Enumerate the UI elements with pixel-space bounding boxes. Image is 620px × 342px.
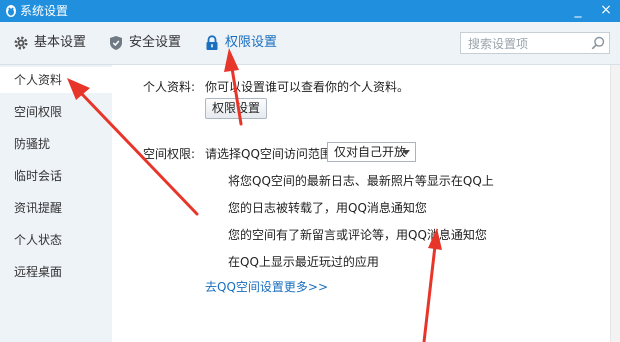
- space-access-prompt: 请选择QQ空间访问范围:: [205, 147, 336, 161]
- settings-toolbar: 基本设置 安全设置 权限设置: [0, 22, 620, 65]
- sidebar-item-news-reminder[interactable]: 资讯提醒: [0, 195, 112, 221]
- sidebar-item-space-permission[interactable]: 空间权限: [0, 99, 112, 125]
- search-box[interactable]: [460, 32, 610, 54]
- tab-label: 安全设置: [129, 35, 182, 50]
- tab-label: 权限设置: [225, 35, 278, 50]
- close-button[interactable]: ×: [594, 0, 618, 22]
- gear-icon: [14, 36, 28, 50]
- shield-icon: [110, 36, 122, 50]
- sidebar-item-personal-status[interactable]: 个人状态: [0, 227, 112, 253]
- notice-option: 在QQ上显示最近玩过的应用: [228, 255, 379, 269]
- title-bar: 系统设置 _ ×: [0, 0, 620, 22]
- notice-option: 将您QQ空间的最新日志、最新照片等显示在QQ上: [228, 174, 494, 188]
- settings-sidebar: 个人资料 空间权限 防骚扰 临时会话 资讯提醒 个人状态 远程桌面: [0, 65, 112, 342]
- sidebar-item-anti-harassment[interactable]: 防骚扰: [0, 131, 112, 157]
- lock-icon: [206, 35, 218, 50]
- tab-label: 基本设置: [34, 35, 87, 50]
- space-permission-label: 空间权限:: [143, 147, 196, 161]
- more-space-settings-link[interactable]: 去QQ空间设置更多>>: [205, 278, 328, 295]
- chevron-down-icon: [402, 150, 410, 155]
- notice-option: 您的空间有了新留言或评论等，用QQ消息通知您: [228, 228, 487, 242]
- profile-label: 个人资料:: [143, 80, 196, 94]
- sidebar-item-temp-session[interactable]: 临时会话: [0, 163, 112, 189]
- sidebar-item-remote-desktop[interactable]: 远程桌面: [0, 259, 112, 285]
- space-access-select[interactable]: 仅对自己开放: [327, 142, 416, 162]
- minimize-button[interactable]: _: [566, 0, 590, 22]
- sidebar-item-personal-profile[interactable]: 个人资料: [0, 67, 112, 93]
- permission-settings-button[interactable]: 权限设置: [205, 98, 267, 119]
- space-access-selected: 仅对自己开放: [334, 145, 407, 159]
- notice-option: 您的日志被转载了，用QQ消息通知您: [228, 201, 427, 215]
- qq-penguin-icon: [6, 5, 16, 17]
- scrollbar[interactable]: [610, 65, 620, 342]
- window-title: 系统设置: [20, 4, 69, 18]
- search-icon[interactable]: [591, 36, 605, 50]
- search-input[interactable]: [466, 35, 588, 53]
- profile-description: 你可以设置谁可以查看你的个人资料。: [205, 80, 410, 94]
